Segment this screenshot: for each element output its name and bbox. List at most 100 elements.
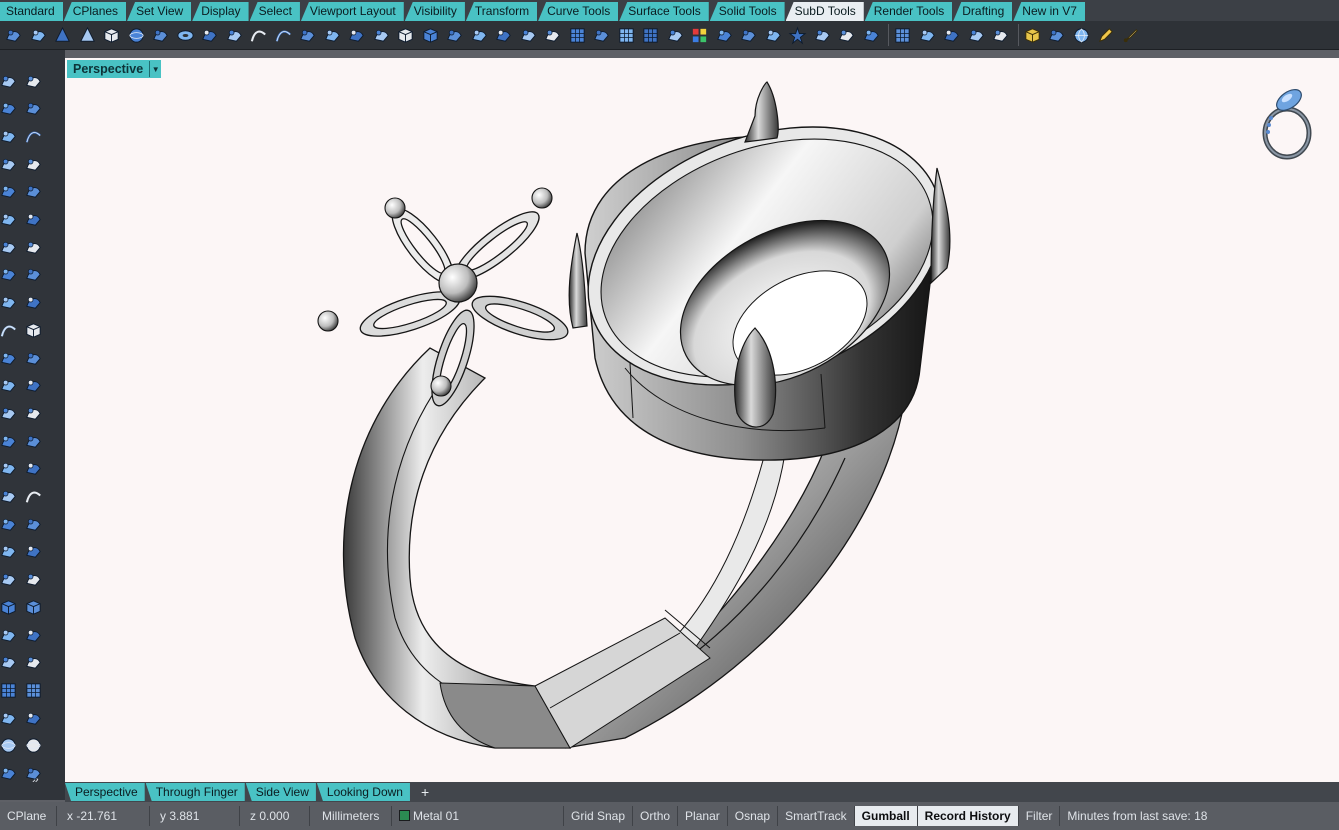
perspective-viewport[interactable]: Perspective ▼ — [65, 58, 1339, 782]
curve-icon[interactable] — [22, 486, 44, 508]
tool-icon[interactable] — [917, 25, 938, 46]
transform-icon[interactable] — [665, 25, 686, 46]
expand-icon[interactable] — [22, 763, 44, 785]
sphere-icon[interactable] — [126, 25, 147, 46]
link-icon[interactable] — [966, 25, 987, 46]
point-icon[interactable] — [3, 25, 24, 46]
arc-icon[interactable] — [0, 153, 19, 175]
toolbar-tab-set-view[interactable]: Set View — [127, 2, 192, 21]
render-icon[interactable] — [714, 25, 735, 46]
box-mesh-icon[interactable] — [199, 25, 220, 46]
toolbar-tab-cplanes[interactable]: CPlanes — [63, 2, 127, 21]
grid-icon[interactable] — [640, 25, 661, 46]
grid-icon[interactable] — [22, 679, 44, 701]
torus-icon[interactable] — [175, 25, 196, 46]
curve-icon[interactable] — [248, 25, 269, 46]
surface-icon[interactable] — [22, 98, 44, 120]
add-viewport-tab-icon[interactable]: + — [421, 784, 429, 800]
record-history-toggle[interactable]: Record History — [917, 806, 1019, 826]
surface-icon[interactable] — [0, 569, 19, 591]
viewport-tab-side-view[interactable]: Side View — [245, 783, 316, 801]
cylinder-icon[interactable] — [0, 541, 19, 563]
solid-icon[interactable] — [518, 25, 539, 46]
box-icon[interactable] — [22, 596, 44, 618]
transform-icon[interactable] — [22, 569, 44, 591]
box-icon[interactable] — [101, 25, 122, 46]
pipe-icon[interactable] — [224, 25, 245, 46]
toolbar-tab-new-in-v7[interactable]: New in V7 — [1013, 2, 1085, 21]
layer-indicator[interactable]: Metal 01 — [392, 806, 564, 826]
box-icon[interactable] — [395, 25, 416, 46]
patch-icon[interactable] — [469, 25, 490, 46]
cplane-label[interactable]: CPlane — [0, 806, 57, 826]
box-icon[interactable] — [22, 319, 44, 341]
brush-icon[interactable] — [1120, 25, 1141, 46]
render-color-icon[interactable] — [689, 25, 710, 46]
layer-icon[interactable] — [738, 25, 759, 46]
toolbar-tab-transform[interactable]: Transform — [465, 2, 538, 21]
fillet-icon[interactable] — [0, 292, 19, 314]
toolbar-tab-solid-tools[interactable]: Solid Tools — [709, 2, 785, 21]
grid-icon[interactable] — [616, 25, 637, 46]
person-icon[interactable] — [22, 236, 44, 258]
surface-icon[interactable] — [371, 25, 392, 46]
units-label[interactable]: Millimeters — [310, 806, 392, 826]
solid-icon[interactable] — [0, 375, 19, 397]
light-icon[interactable] — [812, 25, 833, 46]
link-icon[interactable] — [941, 25, 962, 46]
osnap-toggle[interactable]: Osnap — [728, 806, 779, 826]
surface-icon[interactable] — [0, 486, 19, 508]
ellipsoid-icon[interactable] — [150, 25, 171, 46]
cube-icon[interactable] — [1022, 25, 1043, 46]
surface-icon[interactable] — [0, 98, 19, 120]
toolbar-tab-viewport-layout[interactable]: Viewport Layout — [300, 2, 404, 21]
solid-icon[interactable] — [542, 25, 563, 46]
toolbar-tab-curve-tools[interactable]: Curve Tools — [538, 2, 619, 21]
transform-icon[interactable] — [0, 236, 19, 258]
cone-icon[interactable] — [77, 25, 98, 46]
grid-icon[interactable] — [892, 25, 913, 46]
polyline-icon[interactable] — [22, 70, 44, 92]
branch-icon[interactable] — [322, 25, 343, 46]
cylinder-icon[interactable] — [22, 513, 44, 535]
surface-icon[interactable] — [0, 264, 19, 286]
toolbar-tab-surface-tools[interactable]: Surface Tools — [619, 2, 709, 21]
toolbar-tab-standard[interactable]: Standard — [0, 2, 63, 21]
spiral-icon[interactable] — [0, 458, 19, 480]
viewport-tab-looking-down[interactable]: Looking Down — [316, 783, 410, 801]
toolbar-tab-display[interactable]: Display — [192, 2, 249, 21]
pipe-icon[interactable] — [763, 25, 784, 46]
line-icon[interactable] — [22, 430, 44, 452]
box-icon[interactable] — [0, 596, 19, 618]
surface-icon[interactable] — [22, 707, 44, 729]
cylinder-icon[interactable] — [22, 541, 44, 563]
cylinder-icon[interactable] — [0, 513, 19, 535]
offset-icon[interactable] — [297, 25, 318, 46]
surface-icon[interactable] — [0, 707, 19, 729]
grid-icon[interactable] — [0, 679, 19, 701]
toolbar-tab-drafting[interactable]: Drafting — [953, 2, 1013, 21]
gumball-toggle[interactable]: Gumball — [854, 806, 918, 826]
arc-icon[interactable] — [22, 181, 44, 203]
pipe-icon[interactable] — [0, 402, 19, 424]
box-icon[interactable] — [420, 25, 441, 46]
layer-icon[interactable] — [22, 652, 44, 674]
rectangle-icon[interactable] — [28, 25, 49, 46]
filter-toggle[interactable]: Filter — [1019, 806, 1061, 826]
smarttrack-toggle[interactable]: SmartTrack — [778, 806, 855, 826]
arc-icon[interactable] — [22, 153, 44, 175]
ortho-toggle[interactable]: Ortho — [633, 806, 679, 826]
toolbar-tab-visibility[interactable]: Visibility — [404, 2, 465, 21]
pen-icon[interactable] — [1046, 25, 1067, 46]
curve-icon[interactable] — [0, 319, 19, 341]
cone-icon[interactable] — [52, 25, 73, 46]
globe-icon[interactable] — [1071, 25, 1092, 46]
group-icon[interactable] — [0, 763, 19, 785]
solid-icon[interactable] — [0, 347, 19, 369]
surface-icon[interactable] — [346, 25, 367, 46]
arc-icon[interactable] — [0, 181, 19, 203]
pencil-icon[interactable] — [1095, 25, 1116, 46]
car-icon[interactable] — [22, 458, 44, 480]
link-icon[interactable] — [990, 25, 1011, 46]
planar-toggle[interactable]: Planar — [678, 806, 728, 826]
